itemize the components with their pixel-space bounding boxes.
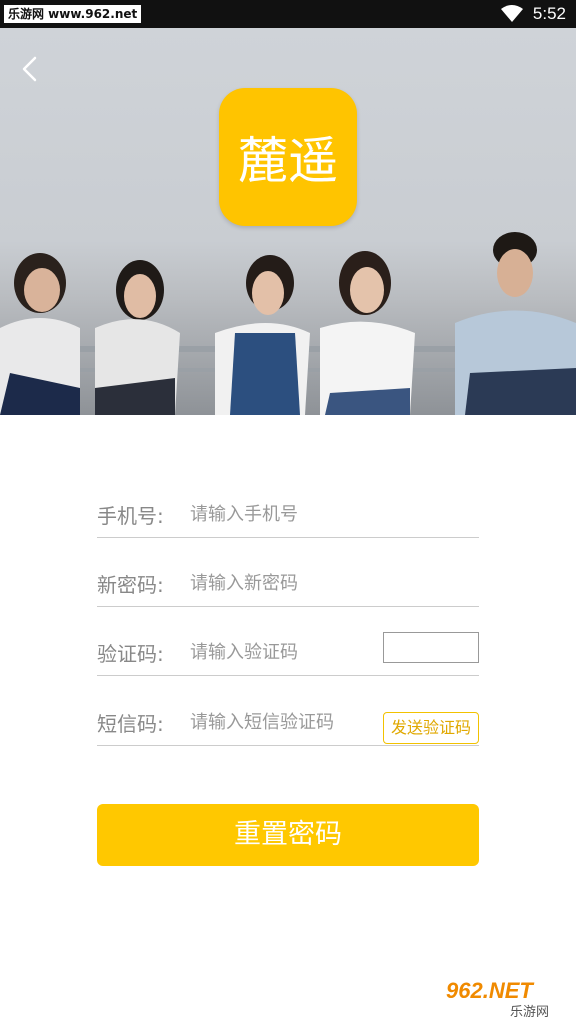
status-icons: 5:52	[500, 0, 566, 28]
phone-row: 手机号:	[97, 494, 479, 538]
reset-password-button[interactable]: 重置密码	[97, 804, 479, 866]
header-photo: 麓遥	[0, 28, 576, 415]
captcha-label: 验证码:	[97, 642, 164, 666]
source-label: 乐游网 www.962.net	[4, 5, 142, 23]
sms-code-input[interactable]	[190, 706, 380, 738]
send-code-button[interactable]: 发送验证码	[383, 712, 479, 744]
captcha-image[interactable]	[383, 632, 479, 663]
sms-code-row: 短信码: 发送验证码	[97, 702, 479, 746]
captcha-input[interactable]	[190, 636, 380, 668]
captcha-row: 验证码:	[97, 632, 479, 676]
svg-text:乐游网: 乐游网	[510, 1005, 549, 1020]
watermark-graphic: 962.NET 乐游网	[438, 972, 572, 1020]
new-password-row: 新密码:	[97, 563, 479, 607]
app-logo: 麓遥	[219, 88, 357, 226]
sms-code-label: 短信码:	[97, 712, 164, 736]
svg-text:962.NET: 962.NET	[446, 978, 534, 1003]
phone-label: 手机号:	[97, 504, 164, 528]
watermark-logo: 962.NET 乐游网	[438, 972, 572, 1020]
wifi-icon	[500, 5, 523, 22]
new-password-label: 新密码:	[97, 573, 164, 597]
new-password-input[interactable]	[190, 567, 380, 599]
status-bar: 乐游网 www.962.net 5:52	[0, 0, 576, 28]
phone-input[interactable]	[190, 498, 380, 530]
app-logo-text: 麓遥	[238, 132, 338, 190]
clock: 5:52	[532, 4, 566, 23]
chevron-left-icon	[22, 56, 37, 82]
back-button[interactable]	[14, 52, 48, 86]
